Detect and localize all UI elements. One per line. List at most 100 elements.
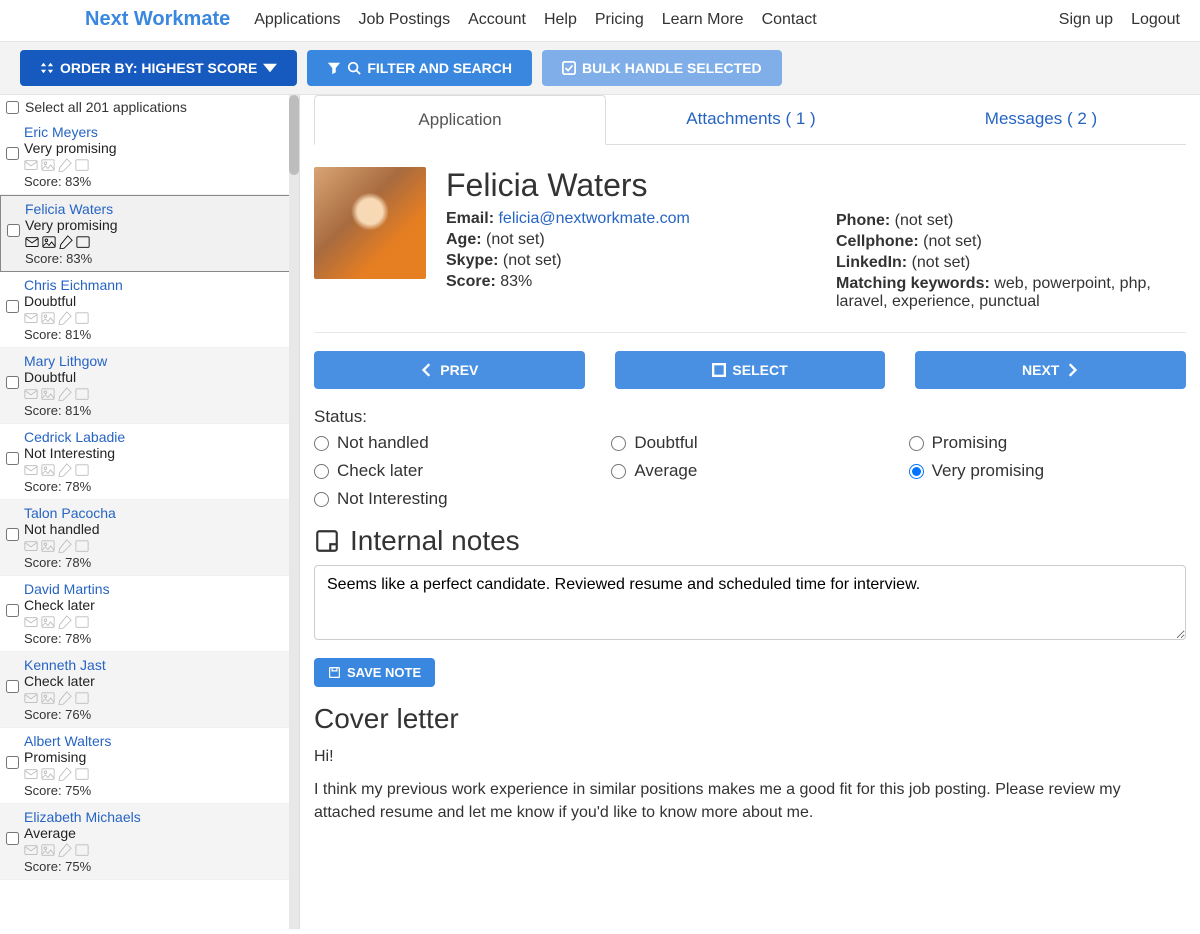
applicant-score: Score: 81% bbox=[24, 327, 293, 342]
internal-notes-input[interactable] bbox=[314, 565, 1186, 640]
applicant-item[interactable]: Albert Walters Promising Score: 75% bbox=[0, 728, 299, 804]
applicant-checkbox[interactable] bbox=[6, 832, 19, 845]
filter-icon bbox=[327, 61, 341, 75]
applicant-item[interactable]: Eric Meyers Very promising Score: 83% bbox=[0, 119, 299, 195]
applicant-item[interactable]: Talon Pacocha Not handled Score: 78% bbox=[0, 500, 299, 576]
applicant-checkbox[interactable] bbox=[6, 452, 19, 465]
applicant-icons bbox=[24, 539, 293, 553]
next-button[interactable]: NEXT bbox=[915, 351, 1186, 389]
applicant-name: Felicia Waters bbox=[446, 167, 796, 204]
nav-link-learn-more[interactable]: Learn More bbox=[662, 11, 744, 29]
status-radio[interactable] bbox=[611, 436, 626, 451]
status-option-label: Promising bbox=[932, 433, 1008, 453]
applicant-status: Not handled bbox=[24, 521, 293, 537]
applicant-name: David Martins bbox=[24, 581, 293, 597]
bulk-label: BULK HANDLE SELECTED bbox=[582, 60, 762, 76]
status-option[interactable]: Check later bbox=[314, 461, 591, 481]
nav-link-help[interactable]: Help bbox=[544, 11, 577, 29]
save-note-label: SAVE NOTE bbox=[347, 665, 421, 680]
cover-letter-body: Hi! I think my previous work experience … bbox=[314, 745, 1186, 825]
tab-messages[interactable]: Messages ( 2 ) bbox=[896, 95, 1186, 144]
applicant-score: Score: 83% bbox=[24, 174, 293, 189]
save-note-button[interactable]: SAVE NOTE bbox=[314, 658, 435, 687]
applicant-item[interactable]: Mary Lithgow Doubtful Score: 81% bbox=[0, 348, 299, 424]
applicant-status: Very promising bbox=[25, 217, 292, 233]
status-option[interactable]: Promising bbox=[909, 433, 1186, 453]
applicant-status: Check later bbox=[24, 597, 293, 613]
status-radio[interactable] bbox=[909, 436, 924, 451]
age-label: Age: bbox=[446, 231, 482, 248]
nav-right: Sign up Logout bbox=[1059, 11, 1180, 29]
applicant-sidebar: Select all 201 applications Eric Meyers … bbox=[0, 95, 300, 929]
nav-link-sign-up[interactable]: Sign up bbox=[1059, 11, 1113, 29]
email-link[interactable]: felicia@nextworkmate.com bbox=[498, 210, 689, 227]
phone-value: (not set) bbox=[895, 212, 954, 229]
sort-icon bbox=[40, 61, 54, 75]
select-button[interactable]: SELECT bbox=[615, 351, 886, 389]
status-option-label: Doubtful bbox=[634, 433, 697, 453]
applicant-item[interactable]: Cedrick Labadie Not Interesting Score: 7… bbox=[0, 424, 299, 500]
order-by-button[interactable]: ORDER BY: HIGHEST SCORE bbox=[20, 50, 297, 86]
applicant-checkbox[interactable] bbox=[6, 376, 19, 389]
status-radio[interactable] bbox=[909, 464, 924, 479]
status-option[interactable]: Not handled bbox=[314, 433, 591, 453]
linkedin-label: LinkedIn: bbox=[836, 254, 907, 271]
status-option-label: Average bbox=[634, 461, 697, 481]
status-option[interactable]: Very promising bbox=[909, 461, 1186, 481]
applicant-checkbox[interactable] bbox=[7, 224, 20, 237]
skype-value: (not set) bbox=[503, 252, 562, 269]
cover-p2: I think my previous work experience in s… bbox=[314, 778, 1186, 824]
linkedin-value: (not set) bbox=[912, 254, 971, 271]
applicant-icons bbox=[25, 235, 292, 249]
prev-button[interactable]: PREV bbox=[314, 351, 585, 389]
status-radio[interactable] bbox=[314, 492, 329, 507]
applicant-status: Very promising bbox=[24, 140, 293, 156]
nav-link-job-postings[interactable]: Job Postings bbox=[359, 11, 451, 29]
sidebar-scrollbar[interactable] bbox=[289, 95, 299, 929]
applicant-icons bbox=[24, 463, 293, 477]
applicant-name: Albert Walters bbox=[24, 733, 293, 749]
applicant-checkbox[interactable] bbox=[6, 300, 19, 313]
cell-label: Cellphone: bbox=[836, 233, 919, 250]
status-section: Status: Not handledDoubtfulPromisingChec… bbox=[314, 407, 1186, 509]
skype-label: Skype: bbox=[446, 252, 498, 269]
filter-button[interactable]: FILTER AND SEARCH bbox=[307, 50, 532, 86]
main-panel: Application Attachments ( 1 ) Messages (… bbox=[300, 95, 1200, 929]
applicant-icons bbox=[24, 387, 293, 401]
applicant-checkbox[interactable] bbox=[6, 680, 19, 693]
brand-logo[interactable]: Next Workmate bbox=[85, 8, 230, 31]
status-radio[interactable] bbox=[314, 464, 329, 479]
square-icon bbox=[712, 363, 726, 377]
applicant-checkbox[interactable] bbox=[6, 604, 19, 617]
status-radio[interactable] bbox=[314, 436, 329, 451]
status-option-label: Not handled bbox=[337, 433, 429, 453]
nav-link-applications[interactable]: Applications bbox=[254, 11, 340, 29]
applicant-score: Score: 81% bbox=[24, 403, 293, 418]
save-icon bbox=[328, 666, 341, 679]
applicant-item[interactable]: David Martins Check later Score: 78% bbox=[0, 576, 299, 652]
applicant-checkbox[interactable] bbox=[6, 756, 19, 769]
applicant-checkbox[interactable] bbox=[6, 147, 19, 160]
applicant-item[interactable]: Felicia Waters Very promising Score: 83% bbox=[0, 195, 299, 272]
applicant-item[interactable]: Elizabeth Michaels Average Score: 75% bbox=[0, 804, 299, 880]
applicant-name: Elizabeth Michaels bbox=[24, 809, 293, 825]
bulk-handle-button[interactable]: BULK HANDLE SELECTED bbox=[542, 50, 782, 86]
tab-application[interactable]: Application bbox=[314, 95, 606, 145]
applicant-checkbox[interactable] bbox=[6, 528, 19, 541]
applicant-item[interactable]: Chris Eichmann Doubtful Score: 81% bbox=[0, 272, 299, 348]
status-option[interactable]: Average bbox=[611, 461, 888, 481]
applicant-item[interactable]: Kenneth Jast Check later Score: 76% bbox=[0, 652, 299, 728]
nav-link-pricing[interactable]: Pricing bbox=[595, 11, 644, 29]
nav-link-contact[interactable]: Contact bbox=[762, 11, 817, 29]
applicant-name: Cedrick Labadie bbox=[24, 429, 293, 445]
nav-link-logout[interactable]: Logout bbox=[1131, 11, 1180, 29]
status-option[interactable]: Doubtful bbox=[611, 433, 888, 453]
select-label: SELECT bbox=[732, 362, 787, 378]
status-option[interactable]: Not Interesting bbox=[314, 489, 591, 509]
select-all-checkbox[interactable] bbox=[6, 101, 19, 114]
applicant-score: Score: 75% bbox=[24, 783, 293, 798]
status-radio[interactable] bbox=[611, 464, 626, 479]
nav-link-account[interactable]: Account bbox=[468, 11, 526, 29]
tab-attachments[interactable]: Attachments ( 1 ) bbox=[606, 95, 896, 144]
select-all-label: Select all 201 applications bbox=[25, 99, 187, 115]
